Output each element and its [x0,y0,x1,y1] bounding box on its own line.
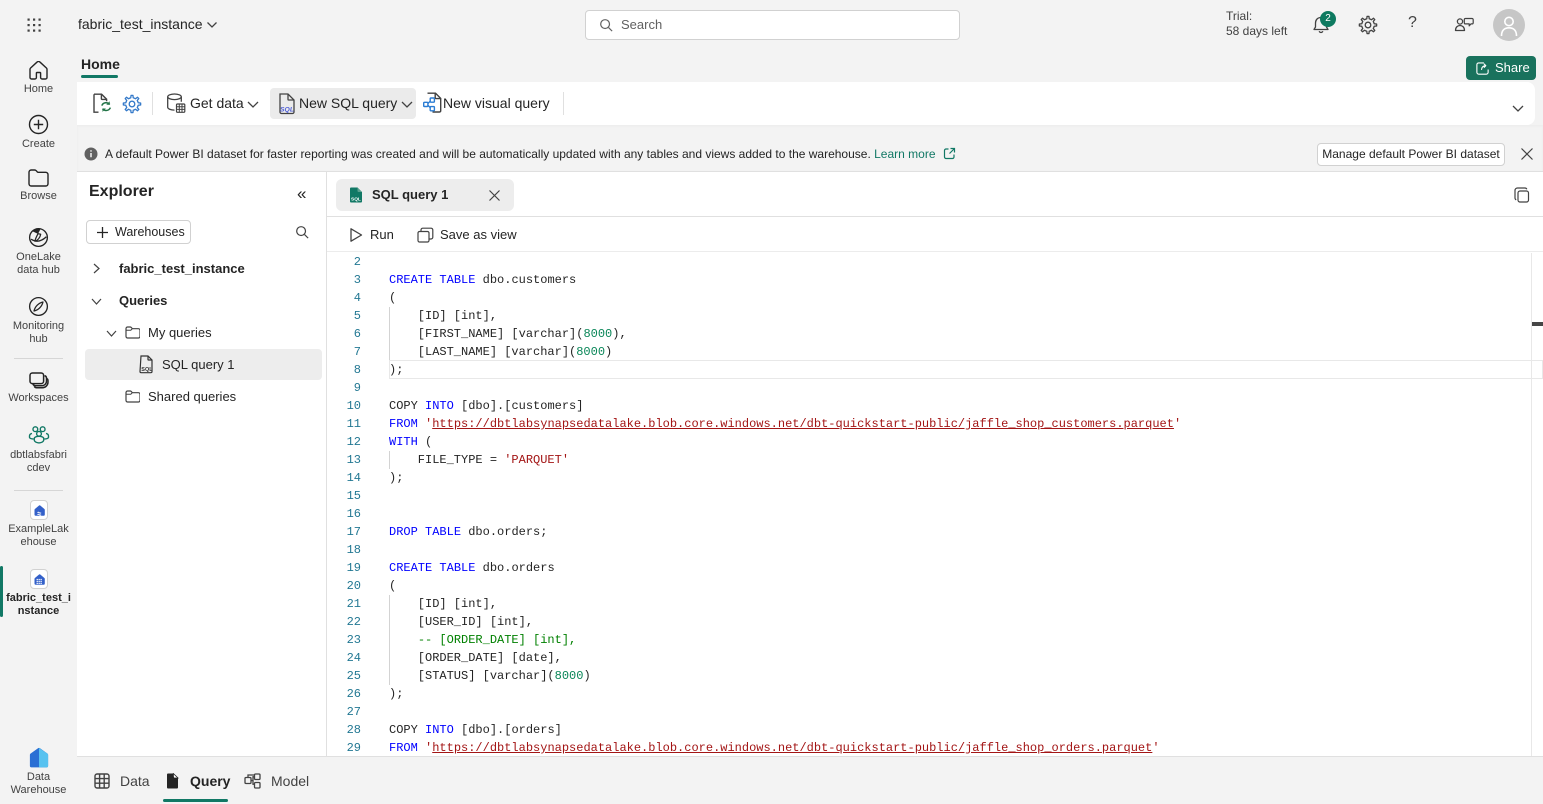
svg-text:SQL: SQL [280,107,294,114]
svg-text:SQL: SQL [141,367,153,373]
svg-text:SQL: SQL [351,197,361,203]
